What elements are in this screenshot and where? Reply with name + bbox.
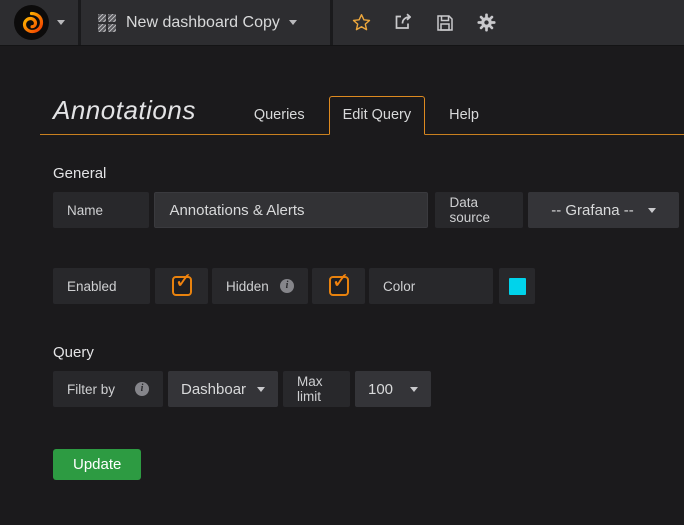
filter-by-label: Filter by i — [53, 371, 163, 407]
color-picker-button[interactable] — [499, 268, 535, 304]
topbar-actions — [333, 0, 496, 45]
grafana-logo-icon — [13, 4, 50, 41]
checkmark-icon: ✓ — [175, 268, 193, 294]
query-row: Filter by i Dashboar Max limit 100 — [53, 371, 684, 407]
tab-edit-query[interactable]: Edit Query — [329, 96, 426, 135]
chevron-down-icon — [648, 208, 656, 213]
annotations-settings-page: Annotations Queries Edit Query Help Gene… — [0, 46, 684, 480]
general-row-2: Enabled ✓ Hidden i ✓ Color — [53, 268, 684, 304]
gear-icon — [477, 13, 496, 32]
query-section-heading: Query — [53, 344, 684, 361]
datasource-value: -- Grafana -- — [551, 202, 634, 219]
name-input[interactable] — [154, 192, 428, 228]
chevron-down-icon — [257, 387, 265, 392]
dashboard-title-button[interactable]: New dashboard Copy — [81, 0, 330, 45]
info-icon[interactable]: i — [280, 279, 294, 293]
page-title: Annotations — [40, 94, 230, 134]
max-limit-select[interactable]: 100 — [355, 371, 431, 407]
chevron-down-icon — [57, 20, 65, 25]
checkbox-box: ✓ — [329, 276, 349, 296]
hidden-label: Hidden i — [212, 268, 308, 304]
share-button[interactable] — [394, 13, 413, 32]
color-label: Color — [369, 268, 493, 304]
max-limit-value: 100 — [368, 381, 393, 398]
filter-by-select[interactable]: Dashboar — [168, 371, 278, 407]
color-swatch — [509, 278, 526, 295]
update-button[interactable]: Update — [53, 449, 141, 480]
star-icon — [352, 13, 371, 32]
dashboard-title: New dashboard Copy — [126, 14, 280, 32]
dashboard-grid-icon — [98, 14, 116, 32]
general-section-heading: General — [53, 165, 684, 182]
name-label: Name — [53, 192, 149, 228]
hidden-checkbox[interactable]: ✓ — [312, 268, 365, 304]
tabs-header: Annotations Queries Edit Query Help — [40, 94, 684, 135]
grafana-menu-button[interactable] — [0, 0, 78, 45]
settings-button[interactable] — [477, 13, 496, 32]
tab-queries[interactable]: Queries — [230, 97, 329, 134]
save-button[interactable] — [436, 14, 454, 32]
checkmark-icon: ✓ — [332, 268, 350, 294]
checkbox-box: ✓ — [172, 276, 192, 296]
info-icon[interactable]: i — [135, 382, 149, 396]
share-icon — [394, 13, 413, 32]
enabled-label: Enabled — [53, 268, 150, 304]
chevron-down-icon — [289, 20, 297, 25]
save-icon — [436, 14, 454, 32]
tab-help[interactable]: Help — [425, 97, 503, 134]
datasource-select[interactable]: -- Grafana -- — [528, 192, 679, 228]
enabled-checkbox[interactable]: ✓ — [155, 268, 208, 304]
general-row-1: Name Data source -- Grafana -- — [53, 192, 684, 228]
topbar: New dashboard Copy — [0, 0, 684, 46]
chevron-down-icon — [410, 387, 418, 392]
datasource-label: Data source — [435, 192, 523, 228]
star-button[interactable] — [352, 13, 371, 32]
filter-by-value: Dashboar — [181, 381, 246, 398]
max-limit-label: Max limit — [283, 371, 350, 407]
